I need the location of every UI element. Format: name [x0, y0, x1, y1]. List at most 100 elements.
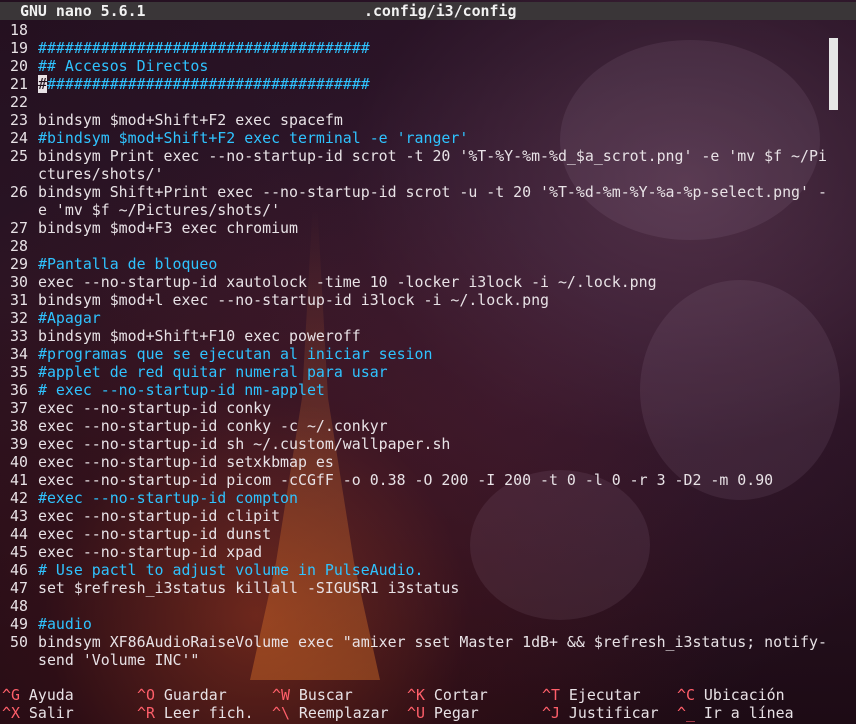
- editor-line[interactable]: 34 #programas que se ejecutan al iniciar …: [10, 345, 830, 363]
- code-text[interactable]: exec --no-startup-id clipit: [38, 507, 280, 525]
- editor-line[interactable]: 24 #bindsym $mod+Shift+F2 exec terminal -…: [10, 129, 830, 147]
- shortcut-key: ^J: [542, 704, 560, 722]
- editor-line[interactable]: 44 exec --no-startup-id dunst: [10, 525, 830, 543]
- editor-line[interactable]: ctures/shots/': [10, 165, 830, 183]
- code-text[interactable]: bindsym $mod+Shift+F2 exec spacefm: [38, 111, 343, 129]
- editor-line[interactable]: e 'mv $f ~/Pictures/shots/': [10, 201, 830, 219]
- code-text[interactable]: bindsym $mod+l exec --no-startup-id i3lo…: [38, 291, 549, 309]
- comment-text[interactable]: #applet de red quitar numeral para usar: [38, 363, 388, 381]
- code-text[interactable]: bindsym XF86AudioRaiseVolume exec "amixe…: [38, 633, 827, 651]
- shortcut-item[interactable]: ^X Salir: [2, 704, 74, 722]
- file-path: .config/i3/config: [364, 2, 517, 20]
- editor-line[interactable]: 37 exec --no-startup-id conky: [10, 399, 830, 417]
- editor-line[interactable]: 42 #exec --no-startup-id compton: [10, 489, 830, 507]
- editor-line[interactable]: 45 exec --no-startup-id xpad: [10, 543, 830, 561]
- editor-line[interactable]: 22: [10, 93, 830, 111]
- shortcut-label: Ir a línea: [703, 704, 794, 722]
- shortcut-item[interactable]: ^U Pegar: [407, 704, 479, 722]
- code-text[interactable]: exec --no-startup-id sh ~/.custom/wallpa…: [38, 435, 450, 453]
- editor-line[interactable]: 31 bindsym $mod+l exec --no-startup-id i3…: [10, 291, 830, 309]
- shortcut-item[interactable]: ^R Leer fich.: [137, 704, 254, 722]
- shortcut-item[interactable]: ^J Justificar: [542, 704, 659, 722]
- editor-line[interactable]: 36 # exec --no-startup-id nm-applet: [10, 381, 830, 399]
- shortcut-item[interactable]: ^O Guardar: [137, 686, 227, 704]
- editor-line[interactable]: 40 exec --no-startup-id setxkbmap es: [10, 453, 830, 471]
- code-text[interactable]: set $refresh_i3status killall -SIGUSR1 i…: [38, 579, 459, 597]
- editor-line[interactable]: 23 bindsym $mod+Shift+F2 exec spacefm: [10, 111, 830, 129]
- editor-line[interactable]: 43 exec --no-startup-id clipit: [10, 507, 830, 525]
- comment-text[interactable]: #Pantalla de bloqueo: [38, 255, 217, 273]
- editor-line[interactable]: 18: [10, 21, 830, 39]
- editor-line[interactable]: 49 #audio: [10, 615, 830, 633]
- line-number: 49: [10, 615, 28, 633]
- editor-line[interactable]: 30 exec --no-startup-id xautolock -time 1…: [10, 273, 830, 291]
- line-number: 21: [10, 75, 28, 93]
- shortcut-item[interactable]: ^\ Reemplazar: [272, 704, 389, 722]
- scrollbar-thumb[interactable]: [829, 38, 838, 110]
- code-text[interactable]: exec --no-startup-id setxkbmap es: [38, 453, 334, 471]
- shortcut-item[interactable]: ^T Ejecutar: [542, 686, 641, 704]
- code-text[interactable]: exec --no-startup-id conky -c ~/.conkyr: [38, 417, 388, 435]
- line-number: 23: [10, 111, 28, 129]
- comment-text[interactable]: ## Accesos Directos: [38, 57, 208, 75]
- comment-text[interactable]: # Use pactl to adjust volume in PulseAud…: [38, 561, 424, 579]
- shortcut-item[interactable]: ^K Cortar: [407, 686, 488, 704]
- comment-text[interactable]: #bindsym $mod+Shift+F2 exec terminal -e …: [38, 129, 468, 147]
- shortcut-label: Justificar: [568, 704, 659, 722]
- code-text[interactable]: bindsym $mod+Shift+F10 exec poweroff: [38, 327, 361, 345]
- editor-line[interactable]: 33 bindsym $mod+Shift+F10 exec poweroff: [10, 327, 830, 345]
- comment-text[interactable]: #audio: [38, 615, 92, 633]
- code-text[interactable]: exec --no-startup-id picom -cCGfF -o 0.3…: [38, 471, 773, 489]
- code-text[interactable]: send 'Volume INC'": [38, 651, 199, 669]
- editor-line[interactable]: 21 #####################################: [10, 75, 830, 93]
- editor-line[interactable]: 25 bindsym Print exec --no-startup-id scr…: [10, 147, 830, 165]
- editor-line[interactable]: 47 set $refresh_i3status killall -SIGUSR1…: [10, 579, 830, 597]
- editor-line[interactable]: 46 # Use pactl to adjust volume in PulseA…: [10, 561, 830, 579]
- code-text[interactable]: bindsym Print exec --no-startup-id scrot…: [38, 147, 827, 165]
- editor-line[interactable]: 39 exec --no-startup-id sh ~/.custom/wall…: [10, 435, 830, 453]
- editor-line[interactable]: 48: [10, 597, 830, 615]
- line-number: 31: [10, 291, 28, 309]
- code-text[interactable]: exec --no-startup-id conky: [38, 399, 271, 417]
- code-text[interactable]: bindsym $mod+F3 exec chromium: [38, 219, 298, 237]
- code-text[interactable]: exec --no-startup-id xautolock -time 10 …: [38, 273, 657, 291]
- code-text[interactable]: bindsym Shift+Print exec --no-startup-id…: [38, 183, 827, 201]
- editor-line[interactable]: 38 exec --no-startup-id conky -c ~/.conky…: [10, 417, 830, 435]
- editor-line[interactable]: 50 bindsym XF86AudioRaiseVolume exec "ami…: [10, 633, 830, 651]
- editor-line[interactable]: 28: [10, 237, 830, 255]
- editor-line[interactable]: 26 bindsym Shift+Print exec --no-startup-…: [10, 183, 830, 201]
- line-number: 47: [10, 579, 28, 597]
- editor-line[interactable]: 27 bindsym $mod+F3 exec chromium: [10, 219, 830, 237]
- code-text[interactable]: ctures/shots/': [38, 165, 164, 183]
- line-number: 27: [10, 219, 28, 237]
- editor-line[interactable]: 20 ## Accesos Directos: [10, 57, 830, 75]
- title-bar: GNU nano 5.6.1 .config/i3/config: [0, 2, 856, 20]
- comment-text[interactable]: # exec --no-startup-id nm-applet: [38, 381, 325, 399]
- editor-line[interactable]: 35 #applet de red quitar numeral para usa…: [10, 363, 830, 381]
- code-text[interactable]: exec --no-startup-id dunst: [38, 525, 271, 543]
- editor-line[interactable]: 19 #####################################: [10, 39, 830, 57]
- code-text[interactable]: e 'mv $f ~/Pictures/shots/': [38, 201, 280, 219]
- code-text[interactable]: exec --no-startup-id xpad: [38, 543, 262, 561]
- line-number: 33: [10, 327, 28, 345]
- shortcut-item[interactable]: ^_ Ir a línea: [677, 704, 794, 722]
- comment-text[interactable]: #programas que se ejecutan al iniciar se…: [38, 345, 432, 363]
- editor-line[interactable]: send 'Volume INC'": [10, 651, 830, 669]
- line-number: 34: [10, 345, 28, 363]
- shortcut-item[interactable]: ^W Buscar: [272, 686, 353, 704]
- editor-line[interactable]: 41 exec --no-startup-id picom -cCGfF -o 0…: [10, 471, 830, 489]
- shortcut-label: Reemplazar: [298, 704, 389, 722]
- comment-text[interactable]: #exec --no-startup-id compton: [38, 489, 298, 507]
- line-number: 32: [10, 309, 28, 327]
- editor-line[interactable]: 32 #Apagar: [10, 309, 830, 327]
- editor-line[interactable]: 29 #Pantalla de bloqueo: [10, 255, 830, 273]
- shortcut-item[interactable]: ^C Ubicación: [677, 686, 785, 704]
- shortcut-label: Pegar: [433, 704, 479, 722]
- comment-text[interactable]: #Apagar: [38, 309, 101, 327]
- shortcut-label: Ubicación: [703, 686, 785, 704]
- comment-text[interactable]: #####################################: [38, 75, 370, 93]
- comment-text[interactable]: #####################################: [38, 39, 370, 57]
- shortcut-item[interactable]: ^G Ayuda: [2, 686, 74, 704]
- line-number: 46: [10, 561, 28, 579]
- editor-text-area[interactable]: 18 19 ####################################…: [10, 21, 830, 669]
